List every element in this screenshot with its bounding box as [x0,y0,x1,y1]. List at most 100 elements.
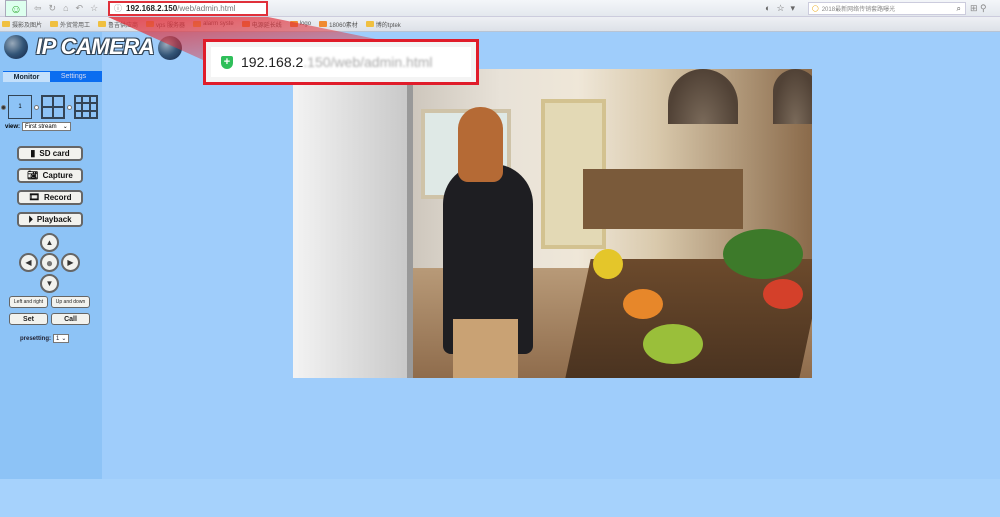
folder-icon [319,21,328,27]
bookmark-label: 摄影及图片 [12,22,43,29]
view-label: view: [5,123,21,130]
arrow-right-icon: ▶ [67,258,74,267]
bookmark-item[interactable]: 电源延长线 [241,20,282,29]
ptz-center-button[interactable]: ● [40,253,59,272]
zoomed-url-callout: + 192.168.2.150/web/admin.html [203,39,479,85]
page-footer-area [0,479,1000,517]
layout-4-radio[interactable] [34,104,39,110]
ptz-down-button[interactable]: ▼ [40,274,59,293]
bookmark-label: 外贸常用工 [60,22,91,29]
capture-label: Capture [42,171,73,180]
folder-icon [98,21,107,27]
refresh-icon[interactable]: ↻ [49,3,57,14]
record-button[interactable]: 🎞︎ Record [17,190,83,205]
dropdown-icon[interactable]: ▾ [791,3,796,14]
presetting-label: presetting: [20,335,52,342]
logo: IP CAMERA [4,34,155,60]
globe-icon [158,36,182,60]
bookmark-label: alarm syste [203,21,234,27]
stream-value: First stream [25,123,57,130]
bookmark-item[interactable]: 外贸常用工 [50,20,90,29]
callout-url-blurred: .150/web/admin.html [303,54,433,70]
ptz-right-button[interactable]: ▶ [61,253,80,272]
sd-card-label: SD card [39,149,70,158]
sd-card-button[interactable]: ▮ SD card [17,146,83,161]
layout-4-icon[interactable] [41,95,65,119]
extensions-icon[interactable]: ⊞ ⚲ [970,3,987,14]
bookmark-label: 18060素材 [329,22,358,29]
nav-buttons: ⇦ ↻ ⌂ ↶ ☆ [34,3,98,14]
layout-1-icon[interactable]: 1 [8,95,32,119]
call-button[interactable]: Call [51,313,90,325]
search-engine-icon: ◯ [812,6,819,12]
play-circle-icon: ⏵ [28,214,33,224]
url-host: 192.168.2.150 [126,4,178,13]
presetting-select[interactable]: 1 ⌄ [53,334,70,343]
tab-settings[interactable]: Settings [50,71,97,82]
undo-icon[interactable]: ↶ [76,3,84,14]
bookmark-item[interactable]: alarm syste [193,21,234,27]
tab-monitor[interactable]: Monitor [3,72,50,82]
bookmarks-bar: 摄影及图片 外贸常用工 鲁吉供应商 vps 服务器 alarm syste 电源延长线 lo… [0,17,1000,32]
ptz-left-button[interactable]: ◀ [19,253,38,272]
bookmark-label: vps 服务器 [156,22,186,29]
bookmark-item[interactable]: logo [289,21,312,27]
folder-icon [2,21,10,27]
capture-button[interactable]: 📷︎ Capture [17,168,83,183]
up-down-button[interactable]: Up and down [51,296,90,308]
folder-icon [193,21,202,27]
bookmark-label: 博的tptek [375,22,401,29]
presetting-row: presetting: 1 ⌄ [20,334,70,343]
bookmark-item[interactable]: vps 服务器 [146,20,185,29]
user-avatar-icon[interactable]: ☺ [5,0,27,17]
presetting-value: 1 [56,335,60,342]
arrow-down-icon: ▼ [45,279,54,288]
folder-icon [241,21,250,27]
camera-icon: 📷︎ [27,170,39,180]
left-right-button[interactable]: Left and right [9,296,48,308]
layout-9-icon[interactable] [74,95,98,119]
search-placeholder: 2018最新网络传销套路曝光 [821,7,896,13]
logo-text: IP CAMERA [36,34,155,59]
bookmark-label: 电源延长线 [251,22,282,29]
folder-icon [289,21,298,27]
layout-selector: 1 [1,95,98,119]
chevron-down-icon: ⌄ [62,124,68,130]
chevron-down-icon: ⌄ [61,336,67,342]
set-button[interactable]: Set [9,313,48,325]
ptz-up-button[interactable]: ▲ [40,233,59,252]
record-label: Record [43,193,72,202]
camera-video-feed[interactable] [293,69,812,378]
bookmark-item[interactable]: 18060素材 [319,20,358,29]
folder-icon [146,21,155,27]
address-bar[interactable]: ⓘ 192.168.2.150/web/admin.html [108,1,268,16]
film-icon: 🎞︎ [28,192,40,202]
bookmark-item[interactable]: 摄影及图片 [2,20,42,29]
layout-1-radio[interactable] [1,104,6,110]
favorite-icon[interactable]: ☆ [90,3,98,14]
back-icon[interactable]: ⇦ [34,3,42,14]
layout-1-label: 1 [18,104,22,110]
playback-button[interactable]: ⏵ Playback [17,212,83,227]
playback-label: Playback [36,215,72,224]
main-tabs: Monitor Settings [3,71,102,82]
search-icon[interactable]: ⌕ [957,4,961,14]
star-icon[interactable]: ☆ [776,3,784,14]
callout-url-visible: 192.168.2 [241,54,304,70]
bookmark-item[interactable]: 鲁吉供应商 [98,20,138,29]
search-box[interactable]: ◯ 2018最新网络传销套路曝光 ⌕ [808,2,966,15]
url-path: /web/admin.html [177,4,236,13]
secure-shield-icon: + [221,55,233,69]
sd-card-icon: ▮ [30,148,36,158]
folder-icon [365,21,374,27]
circle-icon: ● [45,255,54,270]
stream-select[interactable]: First stream ⌄ [22,122,71,131]
browser-toolbar: ☺ ⇦ ↻ ⌂ ↶ ☆ ⓘ 192.168.2.150/web/admin.ht… [0,0,1000,17]
home-icon[interactable]: ⌂ [63,3,68,14]
layout-9-radio[interactable] [67,104,72,110]
view-row: view: First stream ⌄ [5,122,71,131]
address-tools: ◐ ☆ ▾ [765,3,795,14]
bookmark-item[interactable]: 博的tptek [365,20,401,29]
bookmark-label: logo [299,21,312,27]
ie-mode-icon[interactable]: ◐ [765,3,770,14]
